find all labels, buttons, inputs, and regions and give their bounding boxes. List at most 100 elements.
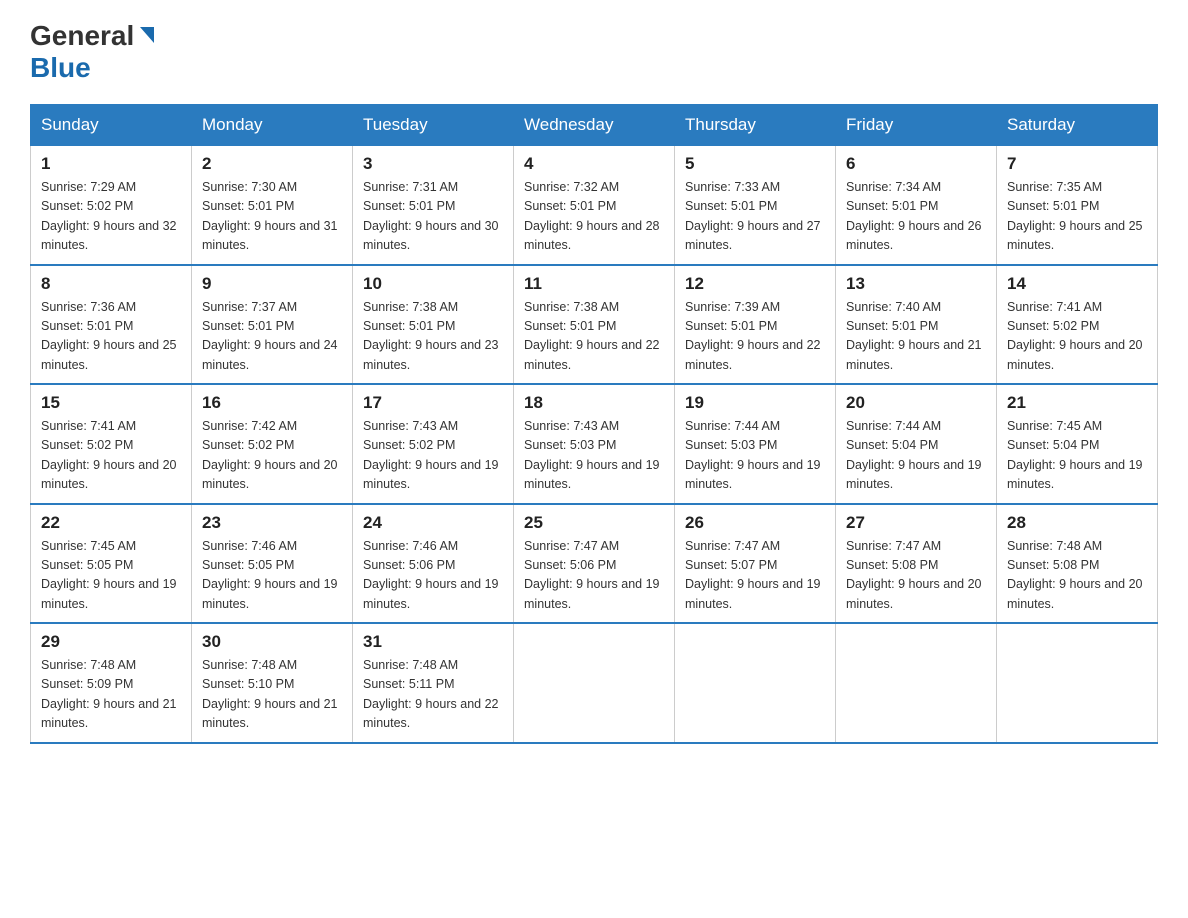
column-header-tuesday: Tuesday xyxy=(353,105,514,146)
day-info: Sunrise: 7:41 AMSunset: 5:02 PMDaylight:… xyxy=(41,419,177,491)
day-info: Sunrise: 7:39 AMSunset: 5:01 PMDaylight:… xyxy=(685,300,821,372)
day-info: Sunrise: 7:47 AMSunset: 5:07 PMDaylight:… xyxy=(685,539,821,611)
logo-triangle-icon xyxy=(136,25,158,47)
calendar-cell: 31 Sunrise: 7:48 AMSunset: 5:11 PMDaylig… xyxy=(353,623,514,743)
day-number: 17 xyxy=(363,393,503,413)
calendar-cell: 16 Sunrise: 7:42 AMSunset: 5:02 PMDaylig… xyxy=(192,384,353,504)
column-header-monday: Monday xyxy=(192,105,353,146)
column-header-sunday: Sunday xyxy=(31,105,192,146)
calendar-cell: 19 Sunrise: 7:44 AMSunset: 5:03 PMDaylig… xyxy=(675,384,836,504)
calendar-cell: 30 Sunrise: 7:48 AMSunset: 5:10 PMDaylig… xyxy=(192,623,353,743)
calendar-cell: 1 Sunrise: 7:29 AMSunset: 5:02 PMDayligh… xyxy=(31,146,192,265)
calendar-cell: 23 Sunrise: 7:46 AMSunset: 5:05 PMDaylig… xyxy=(192,504,353,624)
day-info: Sunrise: 7:44 AMSunset: 5:04 PMDaylight:… xyxy=(846,419,982,491)
day-info: Sunrise: 7:38 AMSunset: 5:01 PMDaylight:… xyxy=(363,300,499,372)
day-info: Sunrise: 7:48 AMSunset: 5:08 PMDaylight:… xyxy=(1007,539,1143,611)
logo-blue-text: Blue xyxy=(30,52,91,83)
calendar-cell: 6 Sunrise: 7:34 AMSunset: 5:01 PMDayligh… xyxy=(836,146,997,265)
day-info: Sunrise: 7:40 AMSunset: 5:01 PMDaylight:… xyxy=(846,300,982,372)
day-number: 8 xyxy=(41,274,181,294)
calendar-cell: 15 Sunrise: 7:41 AMSunset: 5:02 PMDaylig… xyxy=(31,384,192,504)
calendar-cell: 7 Sunrise: 7:35 AMSunset: 5:01 PMDayligh… xyxy=(997,146,1158,265)
logo: General Blue xyxy=(30,20,158,84)
day-number: 4 xyxy=(524,154,664,174)
calendar-cell: 28 Sunrise: 7:48 AMSunset: 5:08 PMDaylig… xyxy=(997,504,1158,624)
day-number: 11 xyxy=(524,274,664,294)
day-info: Sunrise: 7:37 AMSunset: 5:01 PMDaylight:… xyxy=(202,300,338,372)
day-info: Sunrise: 7:44 AMSunset: 5:03 PMDaylight:… xyxy=(685,419,821,491)
calendar-cell: 24 Sunrise: 7:46 AMSunset: 5:06 PMDaylig… xyxy=(353,504,514,624)
calendar-cell: 8 Sunrise: 7:36 AMSunset: 5:01 PMDayligh… xyxy=(31,265,192,385)
calendar-cell: 11 Sunrise: 7:38 AMSunset: 5:01 PMDaylig… xyxy=(514,265,675,385)
day-number: 13 xyxy=(846,274,986,294)
calendar-cell xyxy=(836,623,997,743)
day-info: Sunrise: 7:45 AMSunset: 5:04 PMDaylight:… xyxy=(1007,419,1143,491)
day-number: 18 xyxy=(524,393,664,413)
calendar-cell xyxy=(997,623,1158,743)
day-info: Sunrise: 7:48 AMSunset: 5:10 PMDaylight:… xyxy=(202,658,338,730)
day-number: 28 xyxy=(1007,513,1147,533)
logo-general-text: General xyxy=(30,20,134,52)
day-number: 12 xyxy=(685,274,825,294)
day-number: 31 xyxy=(363,632,503,652)
day-number: 22 xyxy=(41,513,181,533)
day-number: 21 xyxy=(1007,393,1147,413)
day-info: Sunrise: 7:33 AMSunset: 5:01 PMDaylight:… xyxy=(685,180,821,252)
calendar-cell xyxy=(675,623,836,743)
day-number: 3 xyxy=(363,154,503,174)
day-number: 5 xyxy=(685,154,825,174)
calendar-week-row: 1 Sunrise: 7:29 AMSunset: 5:02 PMDayligh… xyxy=(31,146,1158,265)
calendar-cell: 29 Sunrise: 7:48 AMSunset: 5:09 PMDaylig… xyxy=(31,623,192,743)
calendar-cell: 18 Sunrise: 7:43 AMSunset: 5:03 PMDaylig… xyxy=(514,384,675,504)
calendar-cell: 25 Sunrise: 7:47 AMSunset: 5:06 PMDaylig… xyxy=(514,504,675,624)
calendar-week-row: 22 Sunrise: 7:45 AMSunset: 5:05 PMDaylig… xyxy=(31,504,1158,624)
calendar-cell: 14 Sunrise: 7:41 AMSunset: 5:02 PMDaylig… xyxy=(997,265,1158,385)
column-header-wednesday: Wednesday xyxy=(514,105,675,146)
calendar-cell: 3 Sunrise: 7:31 AMSunset: 5:01 PMDayligh… xyxy=(353,146,514,265)
day-number: 20 xyxy=(846,393,986,413)
calendar-cell: 10 Sunrise: 7:38 AMSunset: 5:01 PMDaylig… xyxy=(353,265,514,385)
day-info: Sunrise: 7:29 AMSunset: 5:02 PMDaylight:… xyxy=(41,180,177,252)
day-number: 16 xyxy=(202,393,342,413)
column-header-thursday: Thursday xyxy=(675,105,836,146)
day-number: 25 xyxy=(524,513,664,533)
day-info: Sunrise: 7:47 AMSunset: 5:06 PMDaylight:… xyxy=(524,539,660,611)
day-number: 2 xyxy=(202,154,342,174)
calendar-cell: 20 Sunrise: 7:44 AMSunset: 5:04 PMDaylig… xyxy=(836,384,997,504)
day-info: Sunrise: 7:30 AMSunset: 5:01 PMDaylight:… xyxy=(202,180,338,252)
calendar-header-row: SundayMondayTuesdayWednesdayThursdayFrid… xyxy=(31,105,1158,146)
day-number: 7 xyxy=(1007,154,1147,174)
calendar-cell: 17 Sunrise: 7:43 AMSunset: 5:02 PMDaylig… xyxy=(353,384,514,504)
column-header-friday: Friday xyxy=(836,105,997,146)
calendar-week-row: 8 Sunrise: 7:36 AMSunset: 5:01 PMDayligh… xyxy=(31,265,1158,385)
column-header-saturday: Saturday xyxy=(997,105,1158,146)
day-info: Sunrise: 7:45 AMSunset: 5:05 PMDaylight:… xyxy=(41,539,177,611)
calendar-cell: 22 Sunrise: 7:45 AMSunset: 5:05 PMDaylig… xyxy=(31,504,192,624)
calendar-cell xyxy=(514,623,675,743)
day-number: 14 xyxy=(1007,274,1147,294)
calendar-cell: 12 Sunrise: 7:39 AMSunset: 5:01 PMDaylig… xyxy=(675,265,836,385)
calendar-table: SundayMondayTuesdayWednesdayThursdayFrid… xyxy=(30,104,1158,744)
day-number: 27 xyxy=(846,513,986,533)
day-info: Sunrise: 7:47 AMSunset: 5:08 PMDaylight:… xyxy=(846,539,982,611)
calendar-cell: 2 Sunrise: 7:30 AMSunset: 5:01 PMDayligh… xyxy=(192,146,353,265)
day-number: 24 xyxy=(363,513,503,533)
day-number: 23 xyxy=(202,513,342,533)
day-info: Sunrise: 7:42 AMSunset: 5:02 PMDaylight:… xyxy=(202,419,338,491)
day-number: 10 xyxy=(363,274,503,294)
calendar-cell: 5 Sunrise: 7:33 AMSunset: 5:01 PMDayligh… xyxy=(675,146,836,265)
calendar-cell: 27 Sunrise: 7:47 AMSunset: 5:08 PMDaylig… xyxy=(836,504,997,624)
day-number: 6 xyxy=(846,154,986,174)
day-info: Sunrise: 7:35 AMSunset: 5:01 PMDaylight:… xyxy=(1007,180,1143,252)
day-info: Sunrise: 7:31 AMSunset: 5:01 PMDaylight:… xyxy=(363,180,499,252)
day-number: 1 xyxy=(41,154,181,174)
day-info: Sunrise: 7:46 AMSunset: 5:05 PMDaylight:… xyxy=(202,539,338,611)
calendar-week-row: 15 Sunrise: 7:41 AMSunset: 5:02 PMDaylig… xyxy=(31,384,1158,504)
day-info: Sunrise: 7:48 AMSunset: 5:09 PMDaylight:… xyxy=(41,658,177,730)
day-number: 15 xyxy=(41,393,181,413)
day-info: Sunrise: 7:34 AMSunset: 5:01 PMDaylight:… xyxy=(846,180,982,252)
day-number: 19 xyxy=(685,393,825,413)
day-number: 9 xyxy=(202,274,342,294)
day-info: Sunrise: 7:36 AMSunset: 5:01 PMDaylight:… xyxy=(41,300,177,372)
day-info: Sunrise: 7:46 AMSunset: 5:06 PMDaylight:… xyxy=(363,539,499,611)
